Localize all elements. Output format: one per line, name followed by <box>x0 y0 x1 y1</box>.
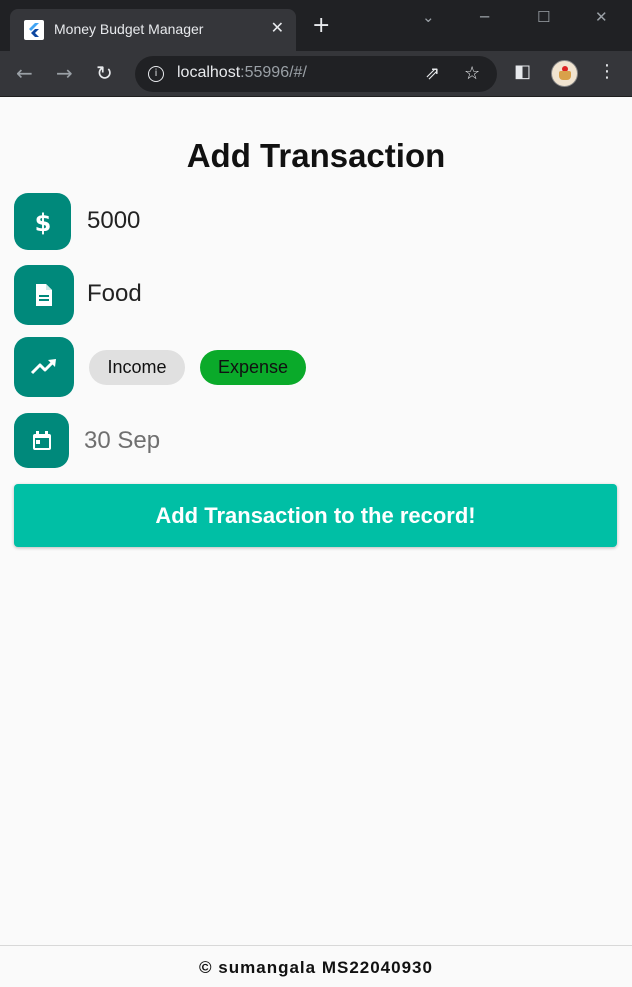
maximize-icon[interactable]: ☐ <box>537 8 550 26</box>
side-panel-icon[interactable]: ◧ <box>514 61 531 82</box>
document-icon <box>14 265 74 325</box>
close-window-icon[interactable]: ✕ <box>595 8 608 26</box>
menu-kebab-icon[interactable]: ⋮ <box>598 61 616 82</box>
dollar-icon: $ <box>14 193 71 250</box>
new-tab-icon[interactable]: + <box>312 15 330 37</box>
share-icon[interactable]: ⇗ <box>425 63 440 84</box>
forward-icon[interactable]: → <box>56 61 73 85</box>
app-content: Add Transaction $ 5000 Food Income Expen… <box>0 97 632 945</box>
page-title: Add Transaction <box>186 137 446 174</box>
tab-search-chevron-icon[interactable]: ⌄ <box>422 8 435 26</box>
expense-chip[interactable]: Expense <box>200 350 306 385</box>
browser-tab[interactable]: Money Budget Manager ✕ <box>10 9 296 51</box>
flutter-favicon-icon <box>24 20 44 40</box>
minimize-icon[interactable]: ─ <box>480 8 489 26</box>
tab-title: Money Budget Manager <box>54 21 204 37</box>
date-text[interactable]: 30 Sep <box>84 427 160 455</box>
add-transaction-button[interactable]: Add Transaction to the record! <box>14 484 617 547</box>
profile-avatar[interactable] <box>551 60 578 87</box>
note-input[interactable]: Food <box>87 280 142 308</box>
tab-strip: Money Budget Manager ✕ + ⌄ ─ ☐ ✕ <box>0 0 632 51</box>
calendar-icon[interactable] <box>14 413 69 468</box>
browser-toolbar: ← → ↻ i localhost:55996/#/ ⇗ ☆ ◧ ⋮ <box>0 51 632 97</box>
amount-input[interactable]: 5000 <box>87 207 140 235</box>
bookmark-star-icon[interactable]: ☆ <box>464 63 480 84</box>
trending-up-icon <box>14 337 74 397</box>
site-info-icon[interactable]: i <box>148 66 164 82</box>
tab-close-icon[interactable]: ✕ <box>271 18 284 37</box>
browser-window: Money Budget Manager ✕ + ⌄ ─ ☐ ✕ ← → ↻ i… <box>0 0 632 987</box>
income-chip[interactable]: Income <box>89 350 185 385</box>
reload-icon[interactable]: ↻ <box>96 61 113 85</box>
back-icon[interactable]: ← <box>16 61 33 85</box>
svg-text:$: $ <box>34 209 51 235</box>
url-text: localhost:55996/#/ <box>177 64 307 81</box>
address-bar[interactable]: i localhost:55996/#/ ⇗ ☆ <box>135 56 497 92</box>
footer-credit: © sumangala MS22040930 <box>0 945 632 987</box>
